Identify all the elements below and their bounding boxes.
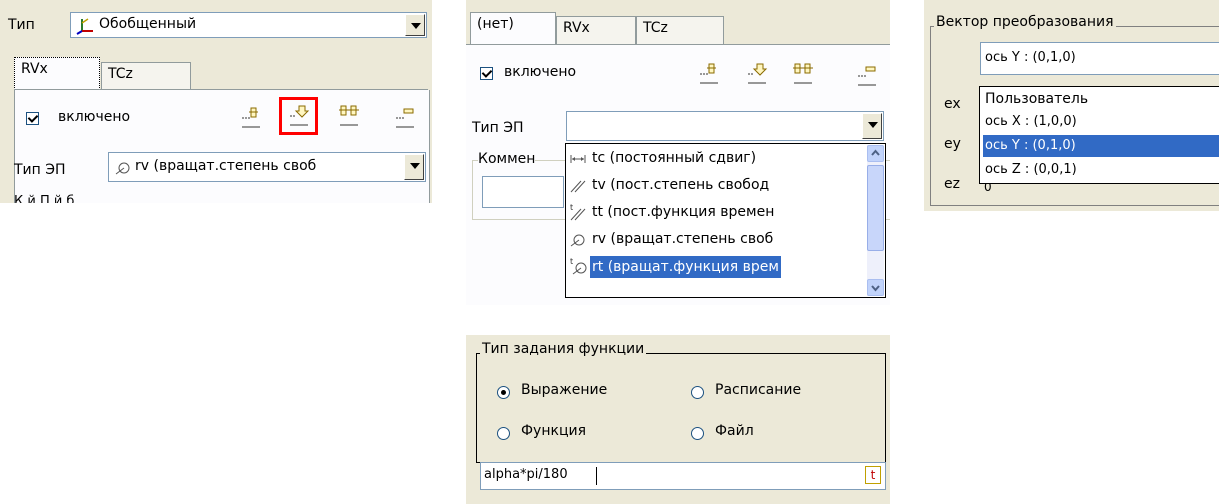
list-item-rt[interactable]: t rt (вращат.функция врем (568, 255, 865, 279)
rotation-icon (570, 233, 586, 247)
clipped-next-row: К й П й б (14, 194, 75, 203)
tab-tcz[interactable]: TCz (101, 62, 191, 90)
scroll-thumb[interactable] (867, 165, 884, 251)
shift-icon (570, 152, 586, 166)
type-combo[interactable]: Обобщенный (70, 12, 427, 38)
tab-tcz-label: TCz (108, 66, 133, 82)
vector-preset-value: ось Y : (0,1,0) (985, 50, 1076, 65)
tab-tcz[interactable]: TCz (636, 16, 724, 44)
ex-label: ex (944, 96, 961, 112)
list-item-label: tv (пост.степень свобод (592, 177, 770, 193)
axis-type-icon (76, 17, 94, 35)
function-type-title: Тип задания функции (480, 341, 647, 357)
type-label: Тип (8, 17, 35, 33)
ep-type-label: Тип ЭП (472, 120, 524, 136)
insert-time-button[interactable]: t (865, 466, 881, 484)
ey-label: ey (944, 136, 961, 152)
type-value: Обобщенный (99, 16, 197, 32)
comment-field[interactable] (482, 176, 564, 208)
add-item-icon[interactable] (698, 62, 720, 86)
function-type-group (476, 353, 886, 463)
radio-expression[interactable] (497, 386, 510, 399)
list-item-tc[interactable]: tc (постоянный сдвиг) (568, 147, 865, 171)
list-item-tt[interactable]: t tt (пост.функция времен (568, 201, 865, 225)
translation-icon (570, 179, 586, 193)
add-down-icon[interactable] (288, 104, 310, 128)
tab-rvx-label: RVx (21, 61, 48, 77)
enabled-checkbox[interactable] (480, 67, 493, 80)
chevron-down-icon[interactable] (405, 14, 425, 36)
ez-label: ez (944, 176, 960, 192)
ep-type-label: Тип ЭП (14, 162, 66, 178)
list-item-tv[interactable]: tv (пост.степень свобод (568, 174, 865, 198)
tab-page (14, 90, 430, 203)
scroll-up-icon[interactable] (867, 145, 884, 162)
radio-file[interactable] (691, 427, 704, 440)
radio-schedule[interactable] (691, 386, 704, 399)
vector-preset-dropdown-list: Пользователь ось X : (1,0,0) ось Y : (0,… (979, 86, 1219, 184)
comment-group-title: Коммен (478, 151, 536, 167)
remove-icon[interactable] (394, 106, 416, 130)
enabled-label: включено (504, 64, 577, 80)
panel-function-type: Тип задания функции Выражение Расписание… (466, 335, 890, 504)
svg-text:t: t (570, 203, 573, 212)
tab-tcz-label: TCz (643, 20, 668, 36)
expression-input[interactable]: alpha*pi/180 t (480, 462, 886, 490)
scroll-down-icon[interactable] (867, 279, 884, 296)
duplicate-icon[interactable] (792, 62, 814, 86)
t-icon: t (870, 468, 876, 482)
ep-type-dropdown-list: tc (постоянный сдвиг) tv (пост.степень с… (565, 143, 886, 298)
remove-icon[interactable] (856, 64, 878, 88)
list-item-label: tt (пост.функция времен (592, 204, 775, 220)
tab-none-label: (нет) (477, 16, 514, 32)
enabled-label: включено (58, 109, 131, 125)
panel-frame-settings: Тип Обобщенный RVx TCz включено Тип ЭП r… (0, 0, 432, 203)
panel-ep-dropdown: (нет) RVx TCz включено Тип ЭП Коммен tc … (466, 0, 890, 305)
ep-type-combo[interactable]: rv (вращат.степень своб (108, 152, 426, 182)
option-axis-x[interactable]: ось X : (1,0,0) (983, 111, 1219, 133)
option-axis-z[interactable]: ось Z : (0,0,1) (983, 159, 1219, 181)
ep-type-combo[interactable] (566, 111, 884, 141)
transform-vector-title: Вектор преобразования (934, 14, 1116, 30)
translation-time-icon: t (570, 203, 586, 221)
add-down-icon[interactable] (746, 62, 768, 86)
rotation-icon (115, 160, 131, 176)
panel-transform-vector: Вектор преобразования ось Y : (0,1,0) ex… (924, 0, 1219, 211)
tab-none[interactable]: (нет) (470, 12, 556, 44)
list-item-label: rt (вращат.функция врем (590, 256, 781, 278)
radio-schedule-label: Расписание (715, 382, 802, 398)
tab-rvx[interactable]: RVx (556, 16, 636, 44)
expression-value: alpha*pi/180 (484, 467, 568, 482)
vector-preset-combo[interactable]: ось Y : (0,1,0) (980, 42, 1219, 75)
list-item-label: rv (вращат.степень своб (592, 231, 774, 247)
radio-file-label: Файл (715, 423, 754, 439)
radio-function[interactable] (497, 427, 510, 440)
ep-type-value: rv (вращат.степень своб (135, 158, 317, 174)
tab-rvx[interactable]: RVx (14, 57, 100, 90)
list-scrollbar[interactable] (867, 145, 884, 296)
radio-function-label: Функция (521, 423, 586, 439)
option-user[interactable]: Пользователь (983, 88, 1219, 110)
list-item-label: tc (постоянный сдвиг) (592, 150, 757, 166)
tab-rvx-label: RVx (563, 20, 590, 36)
rotation-time-icon: t (570, 257, 588, 275)
svg-text:t: t (570, 257, 573, 266)
cursor-icon (596, 467, 597, 485)
option-axis-y[interactable]: ось Y : (0,1,0) (983, 135, 1219, 157)
list-item-rv[interactable]: rv (вращат.степень своб (568, 228, 865, 252)
chevron-down-icon[interactable] (862, 113, 882, 139)
enabled-checkbox[interactable] (26, 112, 39, 125)
radio-expression-label: Выражение (521, 382, 608, 398)
add-item-icon[interactable] (240, 106, 262, 130)
duplicate-icon[interactable] (338, 104, 360, 128)
chevron-down-icon[interactable] (404, 154, 424, 180)
